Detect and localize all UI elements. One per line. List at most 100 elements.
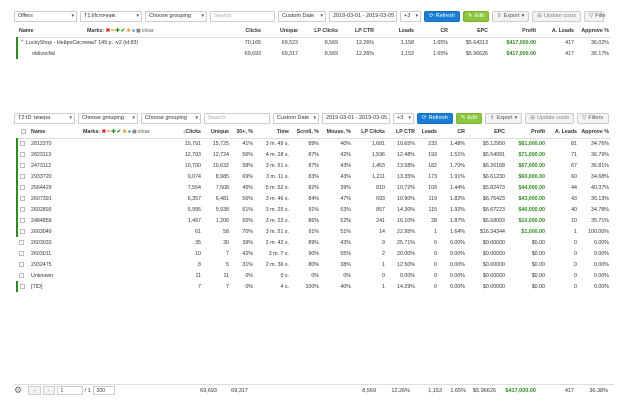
row-name[interactable]: 2564429 xyxy=(29,182,81,193)
row-checkbox[interactable] xyxy=(20,184,25,190)
bottom-edit-button[interactable]: ✎ Edit xyxy=(455,112,482,124)
table-row[interactable]: 2603033 35 30 39% 2 m. 42 s. 89% 43% 9 25.71% 0 0.… xyxy=(17,237,611,248)
per-page-select[interactable]: 200 xyxy=(92,386,115,395)
table-row[interactable]: 2603049 61 58 70% 3 m. 51 s. 91% 51% 14 22.95% 1 1… xyxy=(16,226,611,237)
row-name[interactable]: 2607391 xyxy=(29,193,81,204)
bottom-search-input[interactable]: Search xyxy=(204,112,270,124)
mark-circle-icon[interactable]: ● xyxy=(128,129,131,135)
top-update-costs-button[interactable]: ⊞ Update costs xyxy=(532,10,581,22)
row-name[interactable]: 2602893 xyxy=(29,204,81,215)
col-lp-ctr[interactable]: LP CTR xyxy=(340,26,376,38)
col-epc[interactable]: EPC xyxy=(450,26,490,38)
mark-minus-icon[interactable]: ━ xyxy=(107,129,110,135)
col-approve[interactable]: Approve % xyxy=(576,26,611,38)
collapse-icon[interactable]: ⌃ xyxy=(20,40,24,46)
col-name[interactable]: Name xyxy=(17,26,85,38)
row-marks[interactable] xyxy=(81,138,173,149)
bottom-refresh-button[interactable]: ⟳ Refresh xyxy=(417,112,453,124)
row-checkbox[interactable] xyxy=(20,162,25,168)
bottom-source-select[interactable]: T2:ID тизера xyxy=(14,112,75,124)
row-name[interactable]: 2933720 xyxy=(29,171,81,182)
col-unique[interactable]: Unique xyxy=(263,26,300,38)
row-checkbox[interactable] xyxy=(19,239,24,245)
row-name[interactable]: 2603033 xyxy=(29,237,81,248)
row-checkbox[interactable] xyxy=(20,283,25,289)
mark-check-icon[interactable]: ✔ xyxy=(117,129,121,135)
top-date-mode-select[interactable]: Custom Date xyxy=(278,10,326,22)
row-checkbox[interactable] xyxy=(20,217,25,223)
col-30plus[interactable]: 30+, % xyxy=(231,127,255,139)
bottom-date-mode-select[interactable]: Custom Date xyxy=(273,112,319,124)
row-name[interactable]: 2812370 xyxy=(29,138,81,149)
row-marks[interactable] xyxy=(81,215,173,226)
bottom-export-button[interactable]: ⇪ Export ▾ xyxy=(484,112,523,124)
row-marks[interactable] xyxy=(81,270,173,281)
table-row[interactable]: 2564429 7,554 7,508 45% 5 m. 52 s. 82% 39% 810 1… xyxy=(16,182,611,193)
first-page-button[interactable]: « xyxy=(28,386,41,395)
table-row[interactable]: 2484859 1,497 1,206 65% 3 m. 23 s. 86% 52% 241 1… xyxy=(16,215,611,226)
bottom-filters-button[interactable]: ▽ Filters xyxy=(576,112,609,124)
top-source2-select[interactable]: T1:Источник xyxy=(80,10,142,22)
row-name[interactable]: Unknown xyxy=(29,270,81,281)
bottom-grouping1-select[interactable]: Choose grouping xyxy=(78,112,138,124)
mark-plus-icon[interactable]: ✚ xyxy=(115,28,119,34)
bottom-tz-select[interactable]: +3 xyxy=(393,112,414,124)
mark-minus-icon[interactable]: ━ xyxy=(111,28,114,34)
top-date-range-input[interactable]: 2019-03-01 - 2019-03-05 xyxy=(329,10,397,22)
col-profit[interactable]: Profit xyxy=(507,127,547,139)
mark-star-icon[interactable]: ★ xyxy=(126,28,131,34)
row-checkbox[interactable] xyxy=(19,272,24,278)
row-checkbox[interactable] xyxy=(20,228,25,234)
row-checkbox[interactable] xyxy=(20,140,25,146)
mark-x-icon[interactable]: ✖ xyxy=(102,129,106,135)
table-row[interactable]: ⌃ LuckyShop - НейроСистема7 149 р. -v2 (… xyxy=(16,37,611,48)
row-marks[interactable] xyxy=(81,149,173,160)
table-row[interactable]: 2603011 10 7 42% 3 m. 7 s. 90% 55% 2 20.00% 0 0.00… xyxy=(17,248,611,259)
row-name[interactable]: 2823113 xyxy=(29,149,81,160)
table-row[interactable]: 2823113 12,793 12,724 56% 4 m. 28 s. 87% 42% 1,… xyxy=(16,149,611,160)
table-row[interactable]: 2812370 15,791 15,725 41% 3 m. 49 s. 89% 40% 1,… xyxy=(16,138,611,149)
select-all-checkbox[interactable] xyxy=(20,129,26,135)
top-export-button[interactable]: ⇪ Export ▾ xyxy=(491,10,530,22)
table-row[interactable]: 2473112 10,700 10,632 58% 3 m. 51 s. 87% 43% 1,… xyxy=(16,160,611,171)
row-marks[interactable] xyxy=(81,193,173,204)
col-a-leads[interactable]: A. Leads xyxy=(547,127,579,139)
row-name[interactable]: 2603049 xyxy=(29,226,81,237)
settings-gear-icon[interactable]: ⚙ xyxy=(14,385,22,396)
col-approve[interactable]: Approve % xyxy=(579,127,611,139)
table-row[interactable]: 2607391 6,357 6,481 56% 3 m. 46 s. 84% 47% 693 1… xyxy=(16,193,611,204)
row-checkbox[interactable] xyxy=(19,250,24,256)
top-refresh-button[interactable]: ⟳ Refresh xyxy=(424,10,460,22)
mark-x-icon[interactable]: ✖ xyxy=(106,28,110,34)
col-leads[interactable]: Leads xyxy=(417,127,439,139)
row-checkbox[interactable] xyxy=(20,206,25,212)
table-row[interactable]: Unknown 11 11 0% 0 s. 0% 0% 0 0.00% 0 0.00% $0.0000… xyxy=(17,270,611,281)
row-marks[interactable] xyxy=(81,259,173,270)
col-lp-clicks[interactable]: LP Clicks xyxy=(353,127,387,139)
page-select[interactable]: 1 xyxy=(56,386,83,395)
row-checkbox[interactable] xyxy=(20,173,25,179)
col-epc[interactable]: EPC xyxy=(467,127,507,139)
table-row[interactable]: 2932475 8 5 31% 2 m. 36 s. 80% 38% 1 12.50% 0 0.00… xyxy=(17,259,611,270)
bottom-date-range-input[interactable]: 2019-03-01 - 2019-03-05 xyxy=(322,112,390,124)
table-row[interactable]: [TID] 7 7 0% 4 s. 100% 40% 1 14.29% 0 0.00% $0.0000… xyxy=(16,281,611,292)
col-profit[interactable]: Profit xyxy=(490,26,538,38)
row-marks[interactable] xyxy=(81,160,173,171)
clear-marks-link[interactable]: clear xyxy=(141,28,153,34)
top-tz-select[interactable]: +3 xyxy=(400,10,421,22)
top-grouping-select[interactable]: Choose grouping xyxy=(145,10,207,22)
mark-star-icon[interactable]: ★ xyxy=(122,129,127,135)
col-unique[interactable]: Unique xyxy=(203,127,231,139)
mark-check-icon[interactable]: ✔ xyxy=(121,28,125,34)
col-time[interactable]: Time xyxy=(255,127,291,139)
top-search-input[interactable]: Search xyxy=(210,10,275,22)
col-cr[interactable]: CR xyxy=(439,127,467,139)
mark-circle-icon[interactable]: ● xyxy=(132,28,135,34)
row-name[interactable]: 2603011 xyxy=(29,248,81,259)
bottom-grouping2-select[interactable]: Choose grouping xyxy=(141,112,201,124)
prev-page-button[interactable]: ‹ xyxy=(42,386,55,395)
col-a-leads[interactable]: A. Leads xyxy=(538,26,576,38)
top-filters-button[interactable]: ▽ Filte xyxy=(583,10,606,22)
table-row[interactable]: 2602893 5,995 5,938 61% 3 m. 25 s. 91% 53% 857 1… xyxy=(16,204,611,215)
row-checkbox[interactable] xyxy=(19,261,24,267)
